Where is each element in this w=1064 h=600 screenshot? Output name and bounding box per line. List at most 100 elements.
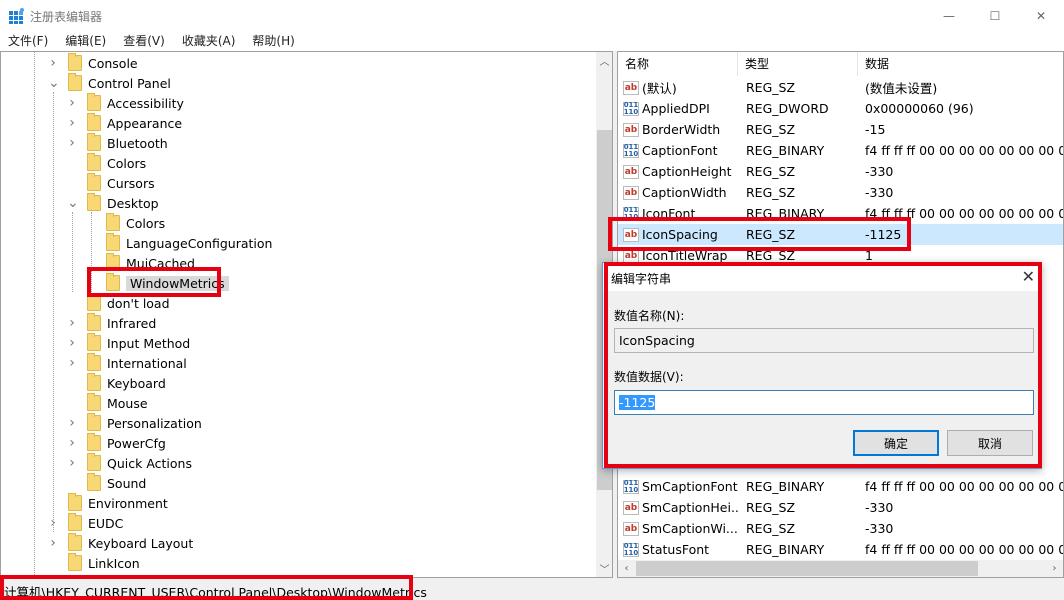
value-row[interactable]: 011 110 AppliedDPI REG_DWORD 0x00000060 (96) (618, 98, 1063, 119)
value-row[interactable]: 011 110 StatusFont REG_BINARY f4 ff ff ff 00… (618, 539, 1064, 560)
value-row[interactable]: 011 110 IconFont REG_BINARY f4 ff ff ff 00 0… (618, 203, 1064, 224)
cancel-button[interactable]: 取消 (947, 430, 1033, 456)
value-name-cell: ab SmCaptionHei... (618, 500, 738, 515)
value-name: BorderWidth (642, 122, 721, 137)
tree-item[interactable]: ⌄ Desktop (67, 193, 159, 213)
column-type[interactable]: 类型 (738, 52, 858, 76)
scroll-left-icon[interactable]: ‹ (618, 560, 635, 577)
ok-button[interactable]: 确定 (853, 430, 939, 456)
value-data: f4 ff ff ff 00 00 00 00 00 00 00 00 (865, 206, 1064, 221)
value-data: f4 ff ff ff 00 00 00 00 00 00 00 00 (865, 143, 1064, 158)
value-type: REG_BINARY (746, 542, 825, 557)
value-name: AppliedDPI (642, 101, 710, 116)
tree-item-label: Input Method (107, 335, 191, 351)
registry-path: 计算机\HKEY_CURRENT_USER\Control Panel\Desk… (4, 585, 427, 600)
tree-item[interactable]: Environment (48, 493, 168, 513)
tree-item[interactable]: › Personalization (67, 413, 202, 433)
value-row[interactable]: ab CaptionWidth REG_SZ -330 (618, 182, 1063, 203)
scroll-right-icon[interactable]: › (1046, 560, 1063, 577)
value-row[interactable]: ab CaptionHeight REG_SZ -330 (618, 161, 1063, 182)
value-row[interactable]: ab BorderWidth REG_SZ -15 (618, 119, 1063, 140)
tree-item[interactable]: Keyboard (67, 373, 166, 393)
string-value-icon: ab (623, 500, 639, 515)
list-horizontal-scrollbar[interactable]: ‹ › (618, 560, 1063, 577)
scroll-down-icon[interactable]: ﹀ (596, 560, 612, 577)
tree-item[interactable]: › Console (48, 53, 138, 73)
chevron-right-icon[interactable]: › (67, 115, 77, 131)
folder-icon (87, 473, 101, 491)
menu-favorites[interactable]: 收藏夹(A) (182, 31, 236, 51)
scroll-up-icon[interactable]: ︿ (596, 52, 612, 69)
chevron-right-icon[interactable]: › (67, 415, 77, 431)
chevron-right-icon[interactable]: › (67, 435, 77, 451)
folder-icon (106, 253, 120, 271)
value-data-field[interactable]: -1125 (614, 390, 1034, 415)
column-data[interactable]: 数据 (858, 52, 1063, 76)
tree-item[interactable]: ⌄ Control Panel (48, 73, 171, 93)
value-data: f4 ff ff ff 00 00 00 00 00 00 00 00 (865, 542, 1064, 557)
tree-guide-line (72, 212, 73, 292)
menu-edit[interactable]: 编辑(E) (65, 31, 106, 51)
value-row[interactable]: ab IconSpacing REG_SZ -1125 (618, 224, 1063, 245)
menu-file[interactable]: 文件(F) (8, 31, 48, 51)
tree-item[interactable]: › EUDC (48, 513, 123, 533)
value-row[interactable]: 011 110 SmCaptionFont REG_BINARY f4 ff ff ff… (618, 476, 1063, 497)
tree-item[interactable]: Colors (67, 153, 146, 173)
tree-item[interactable]: Colors (86, 213, 165, 233)
tree-item[interactable]: Mouse (67, 393, 148, 413)
value-row[interactable]: 011 110 CaptionFont REG_BINARY f4 ff ff ff 0… (618, 140, 1064, 161)
chevron-right-icon[interactable]: › (48, 55, 58, 71)
chevron-right-icon[interactable]: › (67, 335, 77, 351)
tree-item[interactable]: don't load (67, 293, 170, 313)
tree-item[interactable]: › Quick Actions (67, 453, 192, 473)
tree-item[interactable]: Cursors (67, 173, 155, 193)
chevron-down-icon[interactable]: ⌄ (67, 195, 79, 211)
string-value-icon: ab (623, 80, 639, 95)
close-button[interactable]: ✕ (1018, 0, 1064, 31)
maximize-button[interactable]: ☐ (972, 0, 1018, 31)
value-type: REG_SZ (746, 185, 796, 200)
tree-item[interactable]: WindowMetrics (86, 273, 229, 293)
value-name-cell: ab IconTitleWrap (618, 248, 738, 263)
menu-help[interactable]: 帮助(H) (252, 31, 294, 51)
string-value-icon: ab (623, 521, 639, 536)
tree-guide-line (34, 52, 35, 577)
tree-item[interactable]: MuiCached (86, 253, 195, 273)
dialog-close-icon[interactable]: ✕ (1022, 267, 1035, 286)
chevron-right-icon[interactable]: › (67, 135, 77, 151)
key-tree[interactable]: › Console ⌄ Control Panel › Accessibility › App… (0, 51, 613, 578)
tree-item[interactable]: LinkIcon (48, 553, 140, 573)
value-row[interactable]: ab SmCaptionWi... REG_SZ -330 (618, 518, 1063, 539)
tree-item[interactable]: › Bluetooth (67, 133, 168, 153)
tree-item[interactable]: Sound (67, 473, 146, 493)
menu-view[interactable]: 查看(V) (123, 31, 165, 51)
minimize-button[interactable]: — (926, 0, 972, 31)
tree-item-label: Environment (88, 495, 168, 511)
tree-item-label: Control Panel (88, 75, 171, 91)
tree-item[interactable]: › International (67, 353, 187, 373)
list-scroll-thumb[interactable] (636, 561, 978, 576)
value-row[interactable]: ab SmCaptionHei... REG_SZ -330 (618, 497, 1063, 518)
chevron-right-icon[interactable]: › (48, 535, 58, 551)
chevron-down-icon[interactable]: ⌄ (48, 75, 60, 91)
tree-item-label: Infrared (107, 315, 157, 331)
tree-item[interactable]: › Input Method (67, 333, 190, 353)
chevron-right-icon[interactable]: › (67, 315, 77, 331)
folder-icon (87, 353, 101, 371)
value-row[interactable]: ab (默认) REG_SZ (数值未设置) (618, 77, 1063, 98)
chevron-right-icon[interactable]: › (67, 355, 77, 371)
tree-item[interactable]: LanguageConfiguration (86, 233, 272, 253)
tree-item[interactable]: › Keyboard Layout (48, 533, 193, 553)
string-value-icon: ab (623, 227, 639, 242)
value-data: -15 (865, 122, 886, 137)
tree-item[interactable]: › Infrared (67, 313, 156, 333)
tree-item-label: Cursors (107, 175, 155, 191)
tree-item[interactable]: › Appearance (67, 113, 182, 133)
column-name[interactable]: 名称 (618, 52, 738, 76)
chevron-right-icon[interactable]: › (67, 95, 77, 111)
tree-item[interactable]: › PowerCfg (67, 433, 166, 453)
tree-item[interactable]: › Accessibility (67, 93, 184, 113)
folder-icon (87, 433, 101, 451)
chevron-right-icon[interactable]: › (67, 455, 77, 471)
regedit-app-icon (9, 8, 24, 24)
